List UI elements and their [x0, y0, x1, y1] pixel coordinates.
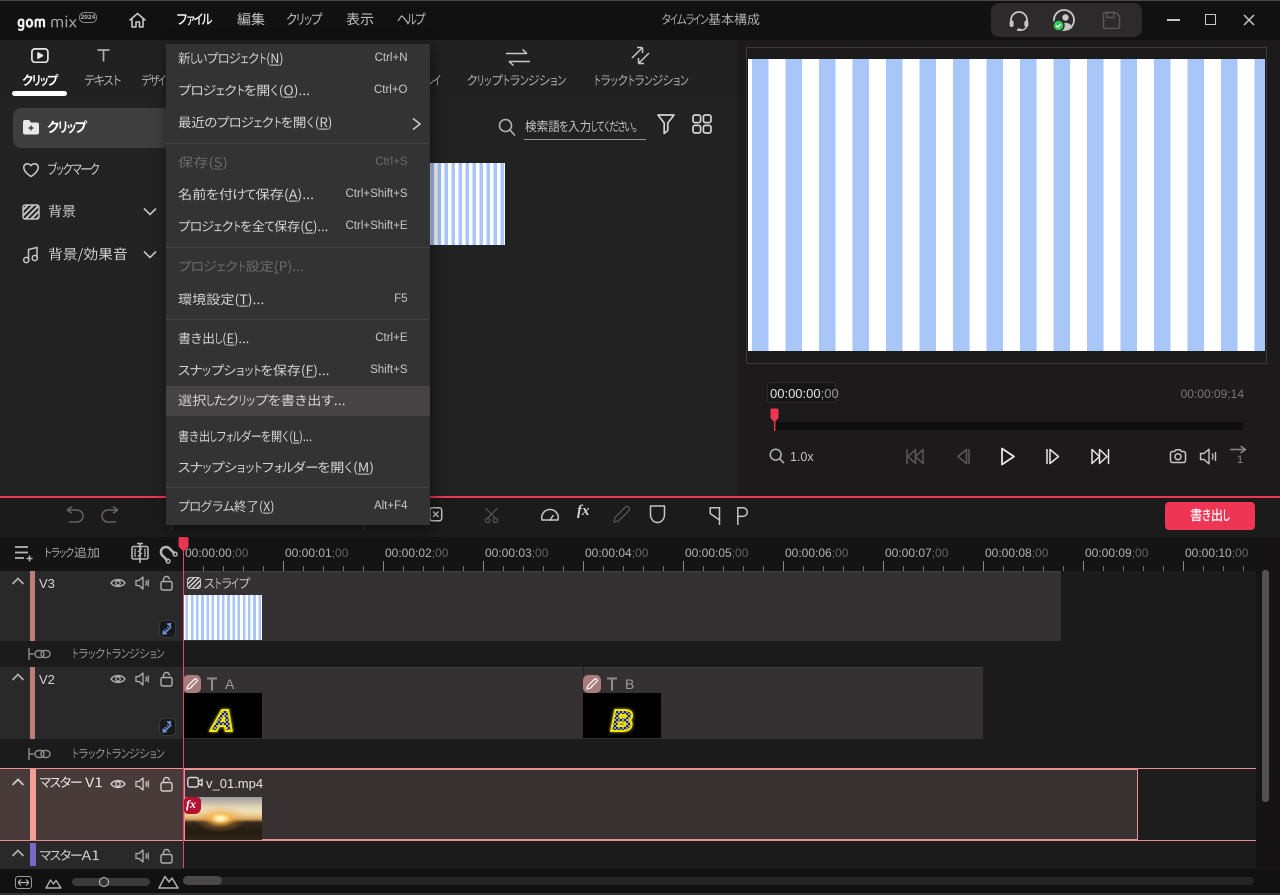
svg-text:1: 1 [1237, 454, 1243, 466]
